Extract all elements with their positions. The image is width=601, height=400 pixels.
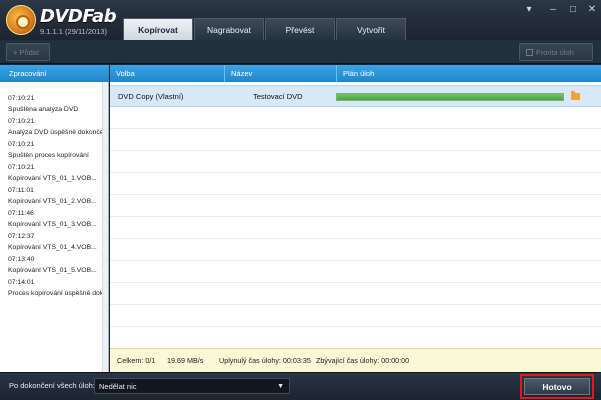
tab-prevest[interactable]: Převést — [265, 18, 335, 40]
processing-header: Zpracování — [0, 65, 109, 82]
log-line: 07:13:40 — [8, 256, 35, 263]
row-option: DVD Copy (Vlastní) — [118, 92, 184, 101]
folder-icon[interactable] — [571, 91, 580, 100]
task-table-header: Volba Název Plán úloh — [110, 65, 601, 82]
log-line: 07:10:21 — [8, 118, 35, 125]
column-plan-uloh[interactable]: Plán úloh — [336, 65, 601, 82]
app-version: 9.1.1.1 (29/11/2013) — [40, 27, 107, 36]
queue-icon — [526, 49, 533, 56]
log-line: Kopírování VTS_01_3.VOB... — [8, 221, 97, 228]
chevron-down-icon: ▼ — [277, 383, 284, 390]
log-line: Proces kopírování úspěšně dokončen — [8, 290, 106, 297]
minimize-icon[interactable]: – — [546, 4, 560, 16]
column-nazev[interactable]: Název — [224, 65, 336, 82]
empty-row — [110, 107, 601, 129]
empty-row — [110, 283, 601, 305]
dvdfab-logo-icon — [6, 5, 36, 35]
log-line: Analýza DVD úspěšně dokončena — [8, 129, 106, 136]
after-tasks-label: Po dokončení všech úloh: — [9, 381, 95, 390]
processing-log: 07:10:21 Spuštěna analýza DVD 07:10:21 A… — [0, 82, 109, 372]
status-elapsed: Uplynulý čas úlohy: 00:03:35 — [219, 356, 311, 365]
tab-kopirovat[interactable]: Kopírovat — [123, 18, 193, 40]
log-line: Kopírování VTS_01_1.VOB... — [8, 175, 97, 182]
log-scrollbar[interactable] — [102, 82, 108, 372]
column-volba[interactable]: Volba — [110, 65, 224, 82]
empty-row — [110, 239, 601, 261]
empty-row — [110, 151, 601, 173]
empty-row — [110, 327, 601, 348]
title-bar: DVDFab 9.1.1.1 (29/11/2013) Kopírovat Na… — [0, 0, 601, 40]
log-line: Kopírování VTS_01_2.VOB... — [8, 198, 97, 205]
done-highlight: Hotovo — [520, 374, 594, 399]
after-tasks-select[interactable]: Nedělat nic ▼ — [94, 378, 290, 394]
log-line: 07:14:01 — [8, 279, 35, 286]
mode-tabs: Kopírovat Nagrabovat Převést Vytvořit — [123, 18, 407, 40]
status-speed: 19.69 MB/s — [167, 356, 204, 365]
tab-nagrabovat[interactable]: Nagrabovat — [194, 18, 264, 40]
empty-row — [110, 173, 601, 195]
empty-row — [110, 129, 601, 151]
task-queue-label: Fronta úloh — [536, 48, 574, 57]
log-line: Kopírování VTS_01_5.VOB... — [8, 267, 97, 274]
log-line: 07:10:21 — [8, 95, 35, 102]
tab-vytvorit[interactable]: Vytvořit — [336, 18, 406, 40]
empty-row — [110, 261, 601, 283]
log-line: 07:11:46 — [8, 210, 34, 217]
menu-icon[interactable]: ▾ — [522, 4, 536, 16]
task-queue-button[interactable]: Fronta úloh — [519, 43, 593, 61]
log-line: 07:10:21 — [8, 164, 35, 171]
table-row[interactable]: DVD Copy (Vlastní) Testovací DVD — [110, 85, 601, 107]
log-line: Spuštěna analýza DVD — [8, 106, 79, 113]
log-line: 07:12:37 — [8, 233, 35, 240]
after-tasks-value: Nedělat nic — [99, 382, 137, 391]
log-line: Spuštěn proces kopírování — [8, 152, 89, 159]
empty-row — [110, 217, 601, 239]
log-line: 07:10:21 — [8, 141, 35, 148]
status-remaining: Zbývající čas úlohy: 00:00:00 — [316, 356, 410, 365]
task-progress-fill — [337, 94, 563, 100]
empty-row — [110, 305, 601, 327]
row-name: Testovací DVD — [253, 92, 303, 101]
task-progress-bar — [336, 93, 564, 101]
close-icon[interactable]: ✕ — [585, 4, 599, 16]
bottom-bar: Po dokončení všech úloh: Nedělat nic ▼ H… — [0, 372, 601, 400]
status-bar: Celkem: 0/1 19.69 MB/s Uplynulý čas úloh… — [110, 348, 601, 372]
empty-row — [110, 195, 601, 217]
status-total: Celkem: 0/1 — [117, 356, 156, 365]
add-button[interactable]: + Přidat — [6, 43, 50, 61]
task-table: DVD Copy (Vlastní) Testovací DVD — [110, 82, 601, 348]
log-line: 07:11:01 — [8, 187, 34, 194]
app-brand: DVDFab — [40, 6, 117, 27]
toolbar: + Přidat Fronta úloh — [0, 40, 601, 64]
done-button[interactable]: Hotovo — [524, 378, 590, 395]
maximize-icon[interactable]: □ — [566, 4, 580, 16]
log-line: Kopírování VTS_01_4.VOB... — [8, 244, 97, 251]
